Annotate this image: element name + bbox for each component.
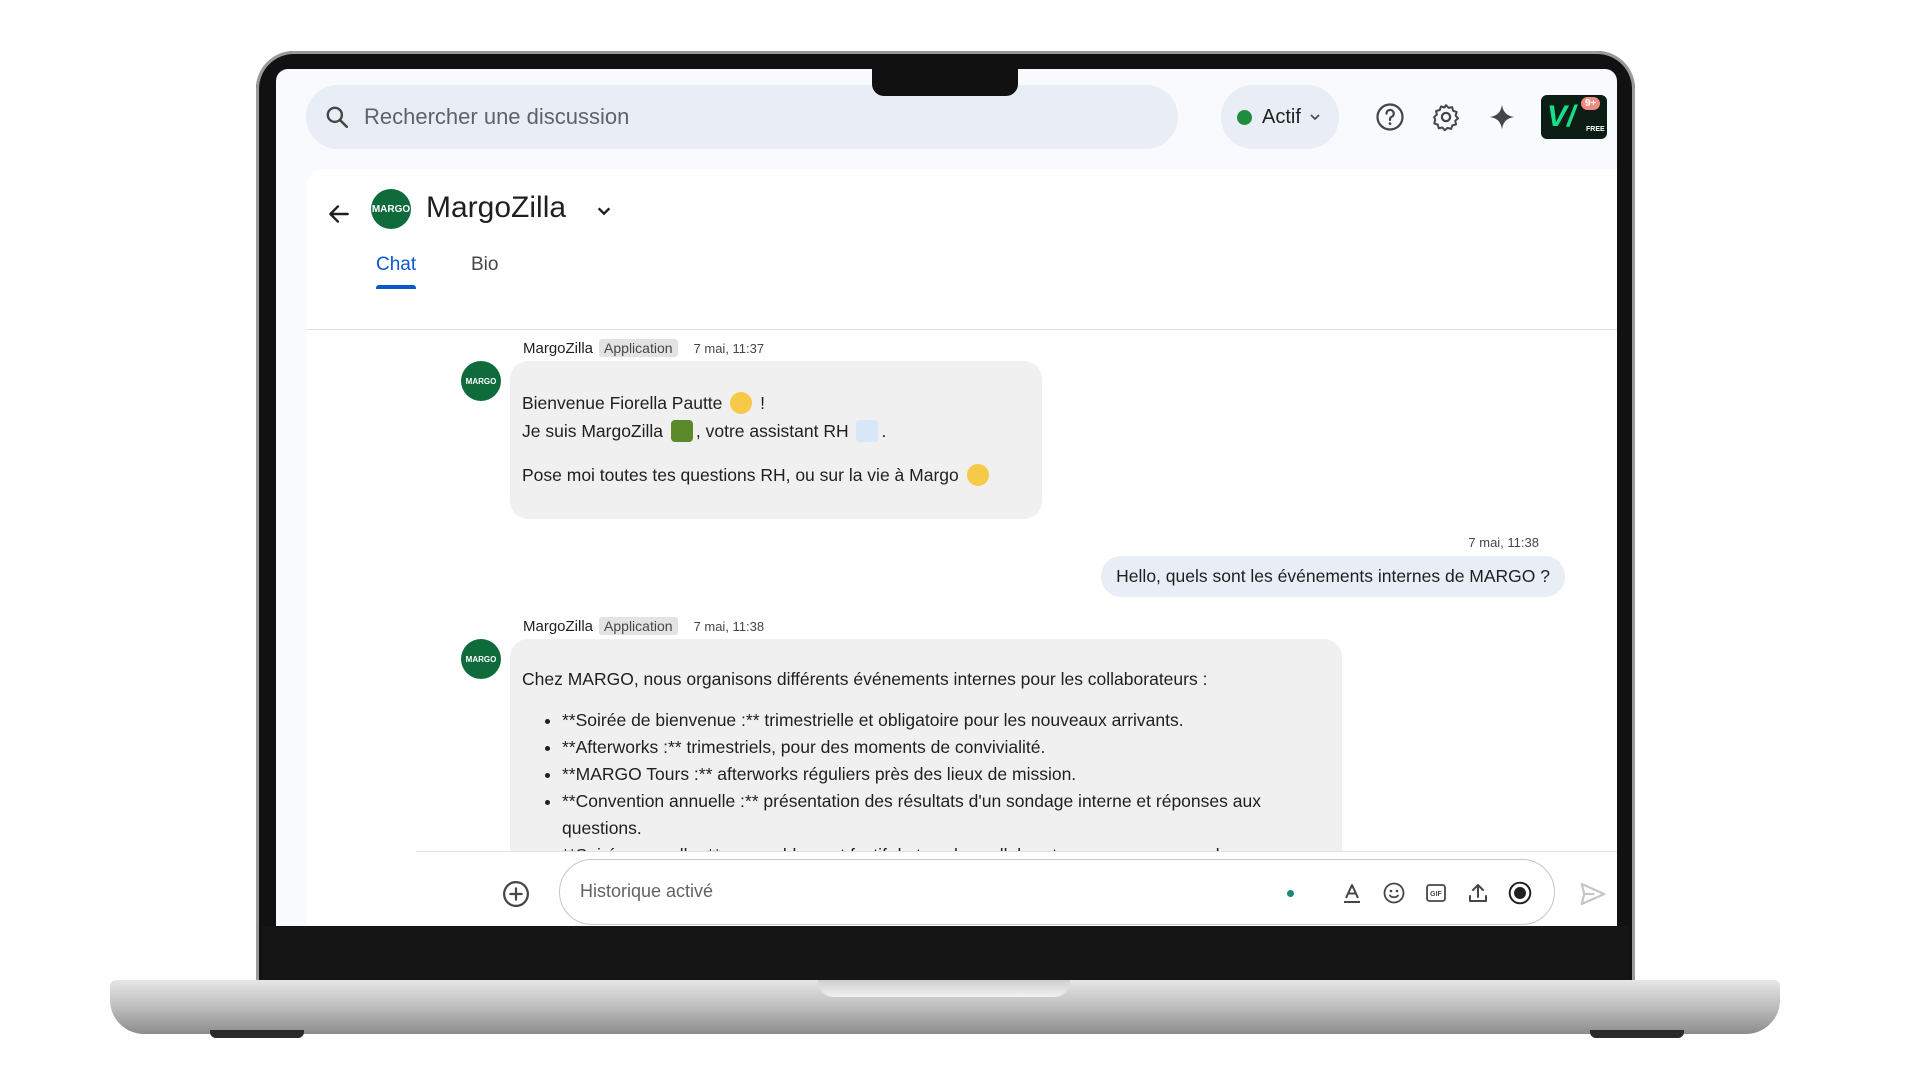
screen: Rechercher une discussion Actif V/ 9+ FR… — [276, 69, 1617, 926]
app-logo-text: V/ — [1547, 100, 1576, 133]
send-icon[interactable] — [1578, 879, 1608, 909]
divider — [416, 851, 1617, 852]
message-text: Pose moi toutes tes questions RH, ou sur… — [522, 465, 959, 485]
tab-chat[interactable]: Chat — [376, 254, 416, 276]
status-dot-icon — [1237, 109, 1252, 125]
list-item: **Afterworks :** trimestriels, pour des … — [562, 734, 1330, 761]
event-list: **Soirée de bienvenue :** trimestrielle … — [522, 707, 1330, 851]
message-text: Je suis MargoZilla — [522, 421, 664, 441]
timestamp: 7 mai, 11:38 — [1468, 535, 1539, 550]
status-label: Actif — [1262, 105, 1301, 128]
message-text: , votre assistant RH — [695, 421, 849, 441]
list-item: **Soirée annuelle :** rassemblement fest… — [562, 842, 1330, 851]
bot-message: Chez MARGO, nous organisons différents é… — [510, 639, 1342, 851]
sender-name: MargoZilla — [523, 617, 594, 635]
status-dot-icon — [1287, 890, 1294, 897]
avatar[interactable]: MARGO — [461, 361, 501, 401]
tab-bio[interactable]: Bio — [471, 254, 498, 276]
message-meta: MargoZilla Application 7 mai, 11:37 — [523, 339, 764, 357]
settings-icon[interactable] — [1430, 101, 1462, 133]
chevron-down-icon — [1310, 114, 1320, 121]
laptop-foot-right — [1590, 1030, 1684, 1038]
list-item: **Convention annuelle :** présentation d… — [562, 788, 1330, 842]
app-tag: Application — [599, 617, 678, 635]
upload-icon[interactable] — [1464, 879, 1492, 907]
message-composer[interactable]: Historique activé GIF — [559, 859, 1555, 925]
avatar[interactable]: MARGO — [371, 189, 411, 229]
document-icon — [856, 420, 879, 442]
gif-icon[interactable]: GIF — [1422, 879, 1450, 907]
user-message: Hello, quels sont les événements interne… — [1101, 556, 1565, 597]
add-attachment-icon[interactable] — [501, 879, 531, 909]
laptop-bezel — [262, 926, 1629, 988]
avatar[interactable]: MARGO — [461, 639, 501, 679]
list-item: **MARGO Tours :** afterworks réguliers p… — [562, 761, 1330, 788]
waving-hand-icon — [730, 392, 753, 414]
active-tab-indicator — [376, 285, 416, 289]
svg-text:GIF: GIF — [1430, 891, 1442, 898]
bot-message: Bienvenue Fiorella Pautte ! Je suis Marg… — [510, 361, 1042, 519]
page-title[interactable]: MargoZilla — [426, 191, 566, 225]
sender-name: MargoZilla — [523, 339, 594, 357]
message-list: MARGO MargoZilla Application 7 mai, 11:3… — [306, 331, 1617, 851]
search-input[interactable]: Rechercher une discussion — [364, 104, 629, 130]
chat-panel: MARGO MargoZilla Chat Bio MARGO MargoZil… — [306, 169, 1617, 926]
message-text: Chez MARGO, nous organisons différents é… — [522, 669, 1208, 689]
app-tag: Application — [599, 339, 678, 357]
chat-header: MARGO MargoZilla Chat Bio — [306, 169, 1617, 330]
help-icon[interactable] — [1374, 101, 1406, 133]
timestamp: 7 mai, 11:37 — [693, 340, 765, 356]
message-input[interactable]: Historique activé — [580, 881, 713, 902]
notification-badge: 9+ — [1581, 97, 1601, 110]
message-text: Bienvenue Fiorella Pautte — [522, 393, 723, 413]
smiling-face-icon — [966, 464, 989, 486]
search-bar[interactable]: Rechercher une discussion — [306, 85, 1178, 149]
message-text: ! — [760, 393, 766, 413]
back-arrow-icon[interactable] — [326, 201, 352, 227]
search-icon — [326, 106, 349, 129]
message-meta: MargoZilla Application 7 mai, 11:38 — [523, 617, 764, 635]
chevron-down-icon[interactable] — [596, 203, 612, 219]
dinosaur-icon — [670, 420, 693, 442]
app-plan-label: FREE — [1586, 126, 1605, 133]
emoji-icon[interactable] — [1380, 879, 1408, 907]
text-format-icon[interactable] — [1338, 879, 1366, 907]
timestamp: 7 mai, 11:38 — [693, 618, 765, 634]
laptop-groove — [818, 980, 1070, 997]
laptop-foot-left — [210, 1030, 304, 1038]
record-icon[interactable] — [1506, 879, 1534, 907]
list-item: **Soirée de bienvenue :** trimestrielle … — [562, 707, 1330, 734]
message-text: . — [881, 421, 887, 441]
status-selector[interactable]: Actif — [1221, 85, 1339, 149]
gemini-sparkle-icon[interactable] — [1486, 101, 1518, 133]
camera-notch — [872, 69, 1018, 96]
